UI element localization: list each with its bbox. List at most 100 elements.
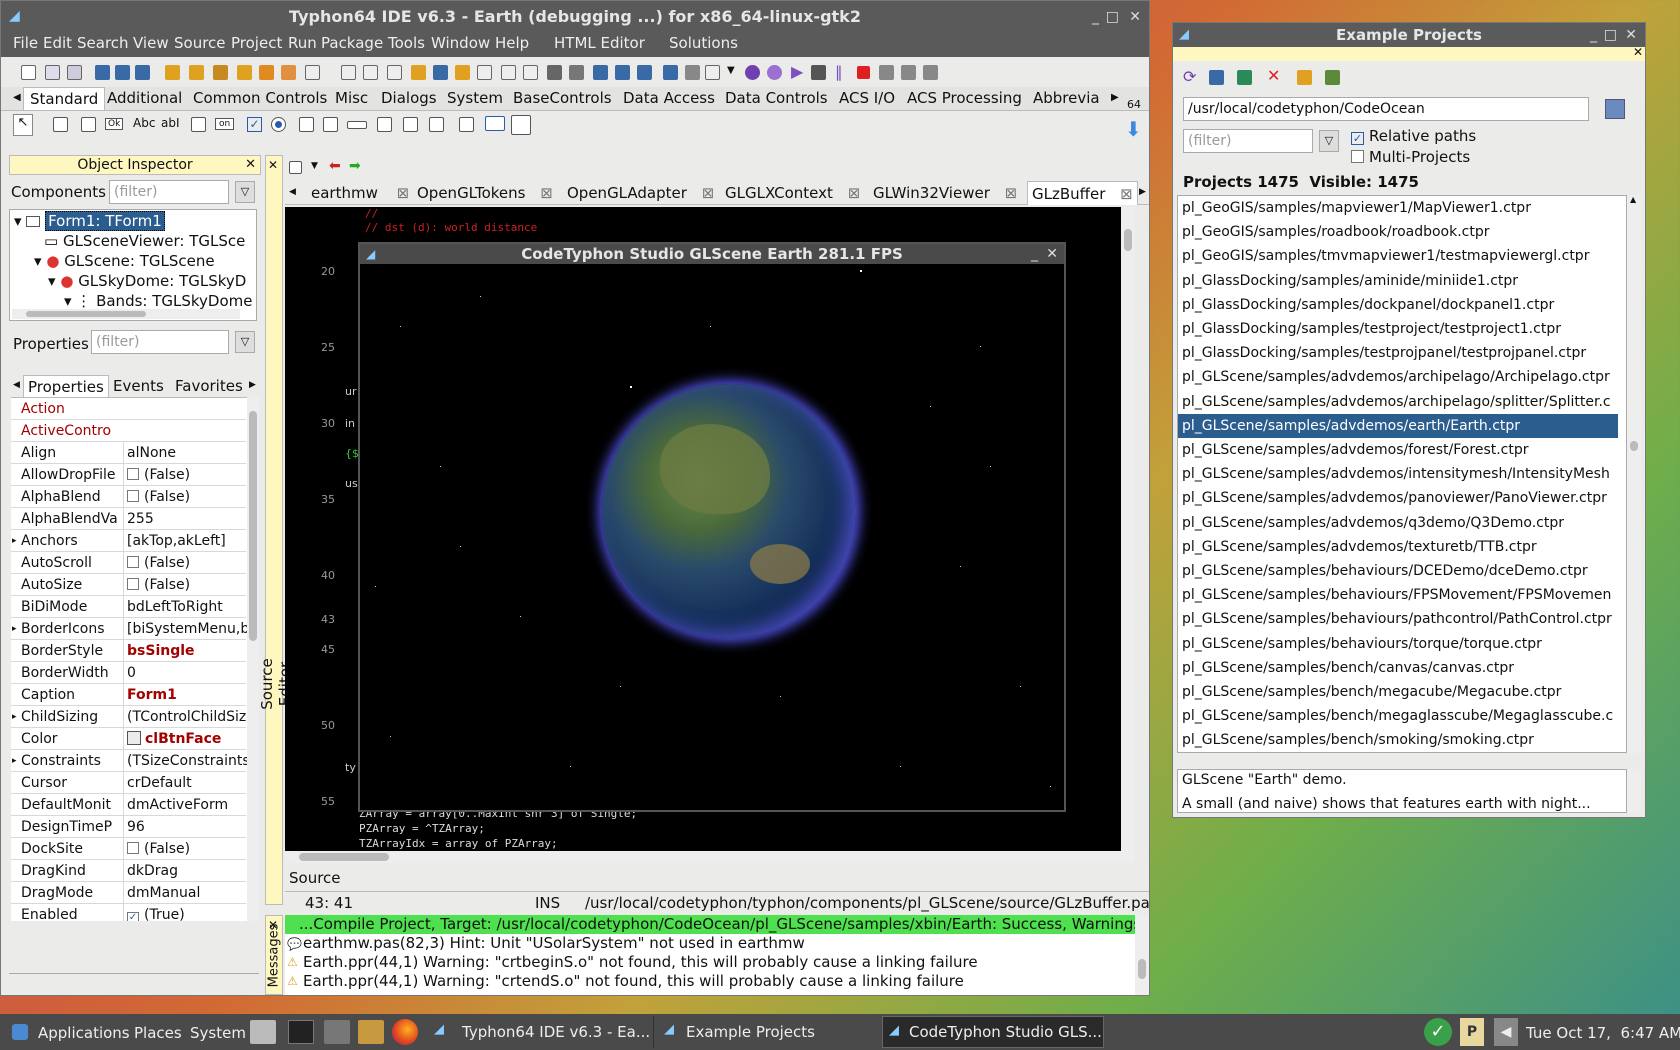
projects-filter-input[interactable]: (filter) (1183, 129, 1313, 153)
run-icon[interactable]: ▶ (791, 62, 803, 81)
message-item[interactable]: Earth.ppr(44,1) Warning: "crtbeginS.o" n… (303, 953, 978, 972)
viewer-icon[interactable] (593, 65, 608, 80)
palette-tab-abbrevia[interactable]: Abbrevia (1033, 87, 1100, 109)
actionlist-icon[interactable] (511, 115, 531, 135)
new-unit-icon[interactable] (67, 65, 82, 80)
copy-icon[interactable] (705, 65, 720, 80)
project-item[interactable]: pl_GlassDocking/samples/testprojpanel/te… (1178, 341, 1618, 365)
property-value[interactable]: ✓ (True) (123, 904, 247, 921)
view-forms-icon[interactable] (305, 65, 320, 80)
multi-projects-checkbox[interactable]: Multi-Projects (1351, 148, 1470, 166)
property-value[interactable]: [akTop,akLeft] (123, 530, 247, 552)
new-file-icon[interactable] (21, 65, 36, 80)
frame-icon[interactable] (485, 116, 505, 131)
project-item[interactable]: pl_GLScene/samples/behaviours/DCEDemo/dc… (1178, 559, 1618, 583)
project-item[interactable]: pl_GeoGIS/samples/mapviewer1/MapViewer1.… (1178, 196, 1618, 220)
tools-icon[interactable] (547, 65, 562, 80)
palette-tab-dialogs[interactable]: Dialogs (381, 87, 437, 109)
property-value[interactable]: (TSizeConstraints (123, 750, 247, 772)
property-row[interactable]: DockSite (False) (11, 838, 246, 860)
menu-file[interactable]: File (13, 31, 38, 55)
open-project-icon[interactable] (1209, 70, 1224, 85)
palette-left-arrow-icon[interactable]: ◀ (13, 92, 21, 103)
step-into-icon[interactable] (879, 65, 894, 80)
property-value[interactable]: (False) (123, 464, 247, 486)
property-value[interactable]: clBtnFace (123, 728, 247, 750)
radio-component-icon[interactable] (271, 117, 286, 132)
palette-tab-acs-io[interactable]: ACS I/O (839, 87, 895, 109)
places-menu[interactable]: Places (134, 1018, 182, 1048)
component-icon[interactable] (455, 65, 470, 80)
editor-tab-glwin32viewer[interactable]: GLWin32Viewer ⊠ (873, 181, 1017, 205)
properties-filter-input[interactable]: (filter) (91, 330, 229, 354)
glscene-window[interactable]: ◢ CodeTyphon Studio GLScene Earth 281.1 … (358, 242, 1066, 812)
tree-node-glskydome[interactable]: ▾ ● GLSkyDome: TGLSkyD (48, 272, 246, 290)
property-row[interactable]: Caption Form1 (11, 684, 246, 706)
projects-filter-icon[interactable]: ▽ (1319, 130, 1339, 152)
editor-tab-opengltokens[interactable]: OpenGLTokens ⊠ (417, 181, 553, 205)
expand-arrow-icon[interactable]: ▸ (12, 706, 17, 728)
tab-close-icon[interactable]: ⊠ (1005, 184, 1018, 202)
property-row[interactable]: BorderStyle bsSingle (11, 640, 246, 662)
palette-tab-acs-processing[interactable]: ACS Processing (907, 87, 1022, 109)
run-options-icon[interactable] (259, 65, 274, 80)
properties-filter-icon[interactable]: ▽ (235, 331, 255, 353)
maximize-icon[interactable]: □ (1106, 1, 1119, 33)
listbox-icon[interactable] (299, 117, 314, 132)
project-item[interactable]: pl_GLScene/samples/advdemos/earth/Earth.… (1178, 413, 1618, 438)
editor-tab-opengladapter[interactable]: OpenGLAdapter ⊠ (567, 181, 714, 205)
window-list-icon[interactable] (477, 65, 492, 80)
examples-panel-close-icon[interactable]: ✕ (1633, 45, 1643, 59)
system-menu[interactable]: System (190, 1018, 246, 1048)
code-vscrollbar[interactable] (1121, 207, 1135, 851)
update-check-icon[interactable]: ✓ (1424, 1018, 1452, 1046)
viewer2-icon[interactable] (615, 65, 630, 80)
tab-properties[interactable]: Properties (23, 375, 109, 398)
palette-tab-standard[interactable]: Standard (23, 87, 106, 110)
editor-tab-glzbuffer[interactable]: GLzBuffer ⊠ (1027, 181, 1138, 205)
clipboard-icon[interactable]: P (1460, 1018, 1484, 1046)
palette-right-arrow-icon[interactable]: ▶ (1111, 92, 1119, 103)
examples-minimize-icon[interactable]: _ (1590, 23, 1597, 47)
property-row[interactable]: ▸ Anchors [akTop,akLeft] (11, 530, 246, 552)
projects-scrollbar[interactable]: ▲ (1627, 195, 1641, 753)
glscene-minimize-icon[interactable]: _ (1031, 244, 1038, 264)
property-checkbox[interactable] (127, 578, 139, 590)
checkgroup-icon[interactable] (429, 117, 444, 132)
project-item[interactable]: pl_GLScene/samples/behaviours/torque/tor… (1178, 632, 1618, 656)
combobox-icon[interactable] (323, 117, 338, 132)
tree-node-glsceneviewer[interactable]: ▭ GLSceneViewer: TGLSce (44, 232, 245, 250)
glscene-titlebar[interactable]: ◢ CodeTyphon Studio GLScene Earth 281.1 … (360, 244, 1064, 264)
minimize-icon[interactable]: _ (1092, 1, 1099, 33)
example-projects-titlebar[interactable]: ◢ Example Projects _ □ ✕ (1173, 23, 1645, 47)
applications-menu[interactable]: Applications (38, 1018, 130, 1048)
tab-close-icon[interactable]: ⊠ (540, 184, 553, 202)
options-icon[interactable] (411, 65, 426, 80)
property-checkbox[interactable] (127, 468, 139, 480)
property-value[interactable]: bsSingle (123, 640, 247, 662)
tree-node-bands[interactable]: ▾ ⋮ Bands: TGLSkyDome (64, 292, 253, 310)
project-item[interactable]: pl_GlassDocking/samples/dockpanel/dockpa… (1178, 293, 1618, 317)
refresh-icon[interactable]: ⟳ (1183, 67, 1196, 86)
property-checkbox[interactable] (127, 842, 139, 854)
palette-tab-data-controls[interactable]: Data Controls (725, 87, 828, 109)
project-item[interactable]: pl_GLScene/samples/advdemos/forest/Fores… (1178, 438, 1618, 462)
property-row[interactable]: DefaultMonit dmActiveForm (11, 794, 246, 816)
property-row[interactable]: Enabled ✓ (True) (11, 904, 246, 921)
property-row[interactable]: Align alNone (11, 442, 246, 464)
palette-tab-additional[interactable]: Additional (107, 87, 182, 109)
palette-tab-misc[interactable]: Misc (335, 87, 368, 109)
checkbox-component-icon[interactable]: ✓ (247, 117, 262, 132)
property-value[interactable]: alNone (123, 442, 247, 464)
terminal-icon[interactable] (288, 1020, 314, 1044)
save-icon[interactable] (115, 65, 130, 80)
property-row[interactable]: Color clBtnFace (11, 728, 246, 750)
property-row[interactable]: DragMode dmManual (11, 882, 246, 904)
expand-arrow-icon[interactable]: ▸ (12, 750, 17, 772)
message-item[interactable]: ...Compile Project, Target: /usr/local/c… (285, 915, 1135, 934)
label-component-icon[interactable]: Abc (133, 116, 155, 130)
property-value[interactable]: [biSystemMenu,b (123, 618, 247, 640)
editor-close-icon[interactable]: ✕ (268, 158, 278, 172)
property-row[interactable]: DesignTimeP 96 (11, 816, 246, 838)
radiogroup-icon[interactable] (403, 117, 418, 132)
